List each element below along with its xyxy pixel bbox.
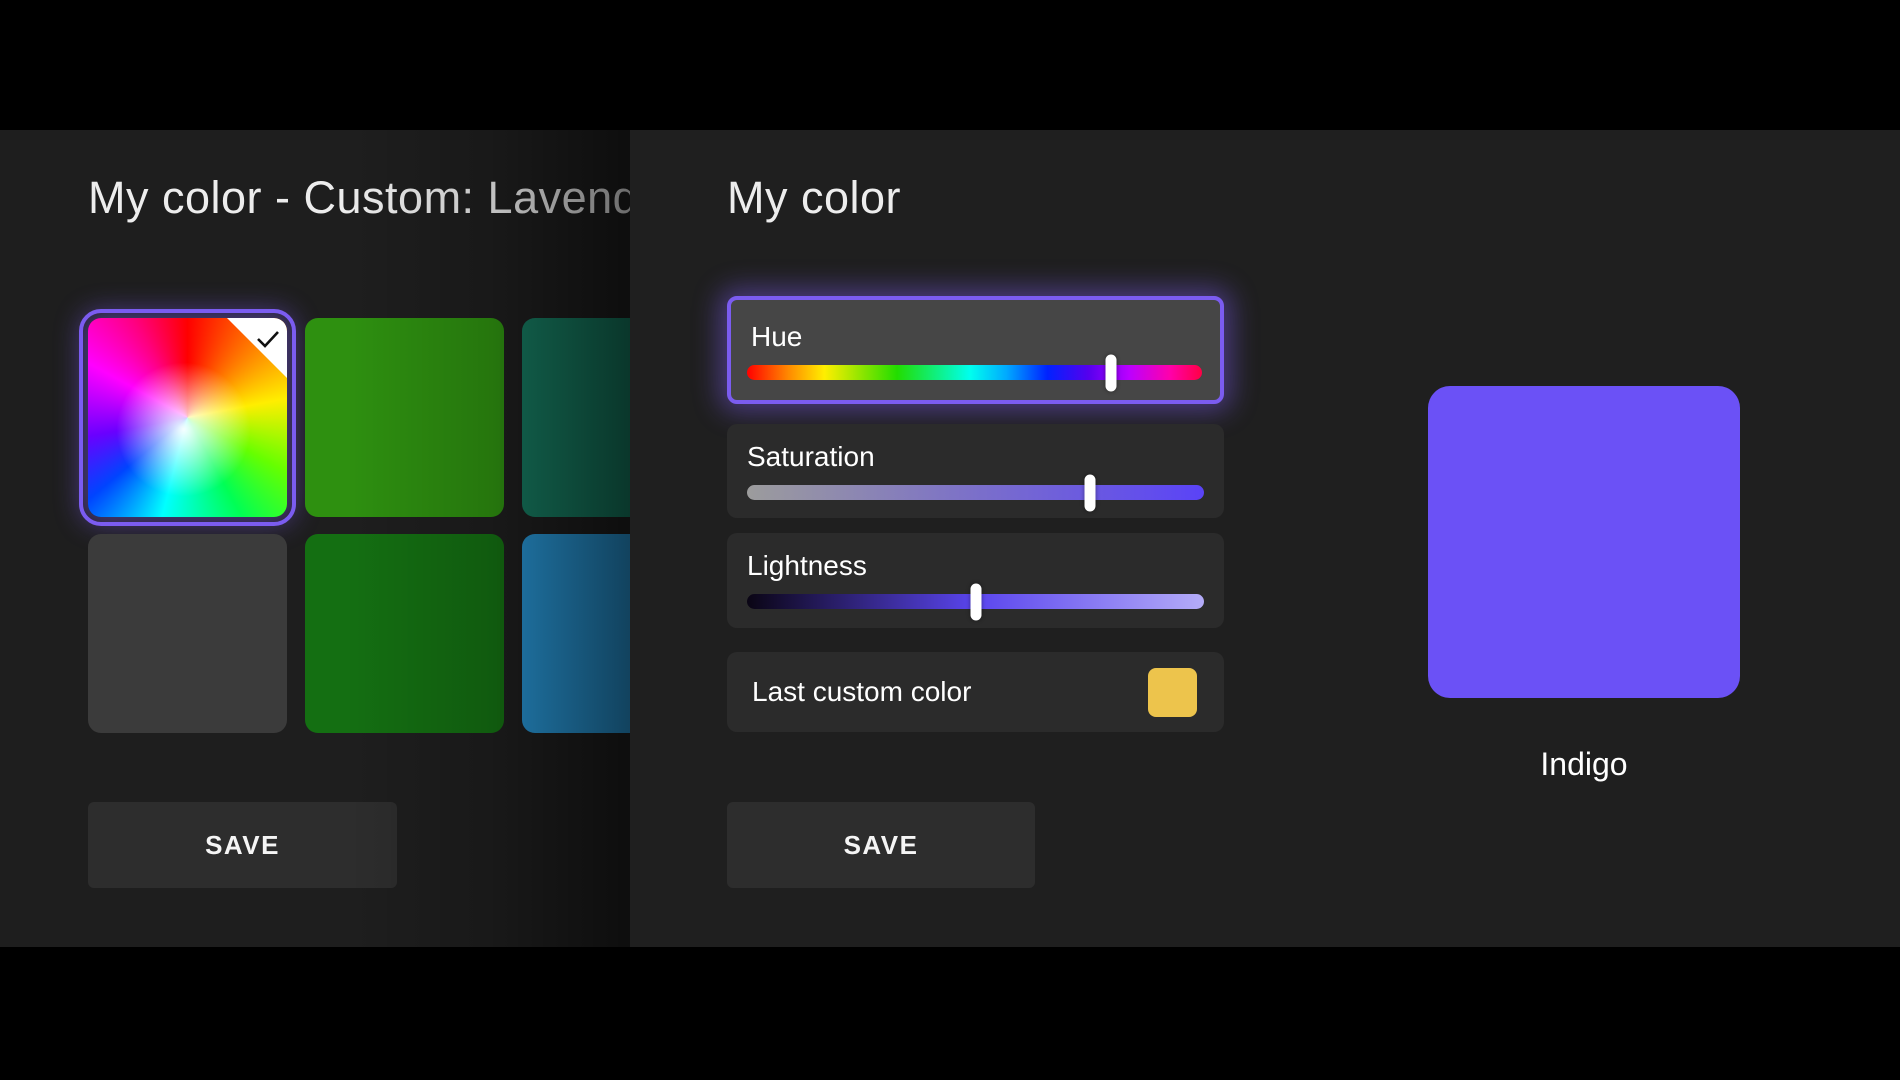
dialog-title: My color — [727, 172, 901, 224]
background-screen: My color - Custom: Lavender SAVE — [0, 130, 630, 947]
swatch-dark-green[interactable] — [305, 534, 504, 733]
lightness-slider-label: Lightness — [747, 549, 1204, 583]
saturation-slider-track[interactable] — [747, 485, 1204, 500]
color-preview: Indigo — [1428, 386, 1740, 783]
hue-slider-track[interactable] — [747, 365, 1202, 380]
last-custom-color-swatch — [1148, 668, 1197, 717]
saturation-slider-thumb[interactable] — [1084, 474, 1095, 511]
my-color-dialog: My color Hue Saturation Lightness Last c… — [630, 130, 1900, 947]
swatch-dark-gray[interactable] — [88, 534, 287, 733]
hue-slider[interactable]: Hue — [727, 296, 1224, 404]
swatch-custom-spectrum[interactable] — [88, 318, 287, 517]
lightness-slider-track[interactable] — [747, 594, 1204, 609]
last-custom-color-label: Last custom color — [752, 675, 971, 709]
hue-slider-thumb[interactable] — [1106, 354, 1117, 391]
lightness-slider[interactable]: Lightness — [727, 533, 1224, 628]
swatch-green[interactable] — [305, 318, 504, 517]
swatch-teal[interactable] — [522, 318, 630, 517]
saturation-slider[interactable]: Saturation — [727, 424, 1224, 518]
color-preview-name: Indigo — [1428, 746, 1740, 783]
selected-corner — [227, 318, 287, 378]
swatch-blue[interactable] — [522, 534, 630, 733]
save-button[interactable]: SAVE — [727, 802, 1035, 888]
last-custom-color-row[interactable]: Last custom color — [727, 652, 1224, 732]
hue-slider-label: Hue — [747, 320, 1202, 354]
save-button-left[interactable]: SAVE — [88, 802, 397, 888]
screen: My color - Custom: Lavender SAVE My colo… — [0, 0, 1900, 1080]
lightness-slider-thumb[interactable] — [970, 583, 981, 620]
left-page-title: My color - Custom: Lavender — [88, 172, 630, 224]
color-preview-square — [1428, 386, 1740, 698]
saturation-slider-label: Saturation — [747, 440, 1204, 474]
color-swatch-grid — [88, 318, 630, 733]
check-icon — [253, 324, 283, 354]
